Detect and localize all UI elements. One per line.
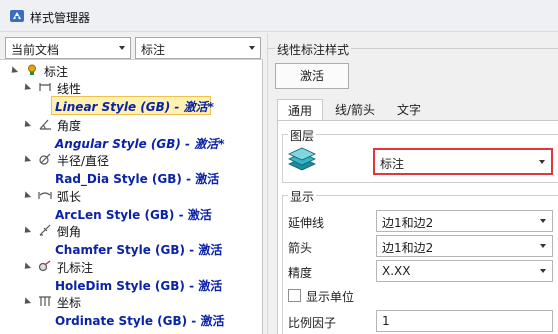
dimension-root-icon [28,64,36,75]
tab-text[interactable]: 文字 [390,99,428,121]
tree-expander-icon[interactable] [8,66,19,76]
chevron-down-icon [119,46,125,50]
tree-category-label: 孔标注 [57,261,94,275]
layer-select-value: 标注 [380,157,405,171]
tree-expander-icon[interactable] [21,262,32,272]
precision-value: X.XX [382,264,411,278]
tree-category-label: 线性 [57,82,82,96]
tree-category-arc-length[interactable]: 弧长 [0,187,262,204]
tree-category-label: 倒角 [57,225,82,239]
scale-factor-value: 1 [382,314,390,328]
tree-expander-icon[interactable] [21,83,32,93]
arrow-label: 箭头 [288,241,313,255]
title-bar: 样式管理器 [0,0,558,32]
tree-category-linear[interactable]: 线性 [0,79,262,96]
window-title: 样式管理器 [30,11,91,25]
style-item-label: Rad_Dia Style (GB) - 激活 [55,172,220,186]
style-tree[interactable]: 标注 线性 Linear Style (GB) - 激活* 角度 Angular… [0,59,263,334]
hole-dimension-icon [38,260,51,272]
style-item-label: ArcLen Style (GB) - 激活 [55,208,212,222]
tree-category-angular[interactable]: 角度 [0,116,262,133]
display-group-title: 显示 [288,188,317,205]
arrow-value: 边1和边2 [382,241,434,255]
layers-icon [288,147,316,171]
tree-expander-icon[interactable] [21,297,32,307]
tree-style-item[interactable]: ArcLen Style (GB) - 激活 [0,205,262,222]
layer-group-border [282,134,558,135]
tree-category-label: 坐标 [57,296,82,310]
arc-length-icon [38,192,52,199]
layer-group-border [282,182,558,183]
left-pane: 当前文档 标注 标注 线性 Linear Style (GB) - 激活* 角度… [0,33,263,334]
tree-expander-icon[interactable] [21,191,32,201]
extension-line-value: 边1和边2 [382,216,434,230]
layer-select[interactable]: 标注 [373,148,553,175]
style-item-label: Linear Style (GB) - 激活* [55,100,214,114]
style-item-label: Ordinate Style (GB) - 激活 [55,314,225,328]
tree-style-item[interactable]: Linear Style (GB) - 激活* [0,97,262,114]
layer-group-border [282,134,283,182]
scale-factor-label: 比例因子 [288,316,337,330]
tree-expander-icon[interactable] [21,226,32,236]
tree-style-item[interactable]: Chamfer Style (GB) - 激活 [0,240,262,257]
type-select[interactable]: 标注 [135,37,261,59]
tree-category-radius-diameter[interactable]: 半径/直径 [0,151,262,168]
show-units-label: 显示单位 [306,290,355,304]
tree-category-chamfer[interactable]: 倒角 [0,222,262,239]
extension-line-label: 延伸线 [288,216,325,230]
scale-factor-input[interactable]: 1 [376,310,553,332]
linear-dimension-icon [39,83,51,91]
chevron-down-icon [540,219,546,223]
precision-label: 精度 [288,266,313,280]
tree-style-item[interactable]: Angular Style (GB) - 激活* [0,134,262,151]
tree-category-label: 角度 [57,119,82,133]
style-item-label: HoleDim Style (GB) - 激活 [55,279,223,293]
arrow-select[interactable]: 边1和边2 [376,235,553,257]
ordinate-icon [39,296,51,306]
chevron-down-icon [540,244,546,248]
activate-button[interactable]: 激活 [275,63,349,89]
section-title: 线性标注样式 [275,41,352,58]
tree-style-item[interactable]: Ordinate Style (GB) - 激活 [0,311,262,328]
style-manager-app-icon [10,10,24,22]
scope-select[interactable]: 当前文档 [5,37,131,59]
tree-expander-icon[interactable] [21,155,32,165]
scope-select-value: 当前文档 [11,43,60,57]
chamfer-icon [39,224,51,236]
display-group-border [282,195,558,196]
radius-diameter-icon [39,153,51,165]
tree-root[interactable]: 标注 [0,62,262,79]
display-group-border [282,195,283,334]
tree-category-ordinate[interactable]: 坐标 [0,293,262,310]
tab-general[interactable]: 通用 [277,99,323,121]
style-item-label: Angular Style (GB) - 激活* [55,137,225,151]
chevron-down-icon [539,160,545,164]
tree-category-label: 半径/直径 [57,154,110,168]
tree-category-label: 弧长 [57,190,82,204]
layer-group-title: 图层 [288,127,317,144]
show-units-checkbox[interactable] [288,289,301,302]
angular-dimension-icon [39,119,51,130]
chevron-down-icon [540,269,546,273]
precision-select[interactable]: X.XX [376,260,553,282]
chevron-down-icon [249,46,255,50]
tab-line-arrow[interactable]: 线/箭头 [327,99,383,121]
style-item-label: Chamfer Style (GB) - 激活 [55,243,223,257]
tree-expander-icon[interactable] [21,120,32,130]
tree-category-hole-dimension[interactable]: 孔标注 [0,258,262,275]
extension-line-select[interactable]: 边1和边2 [376,210,553,232]
tree-style-item[interactable]: Rad_Dia Style (GB) - 激活 [0,169,262,186]
type-select-value: 标注 [141,43,166,57]
tree-root-label: 标注 [44,65,69,79]
tree-style-item[interactable]: HoleDim Style (GB) - 激活 [0,276,262,293]
